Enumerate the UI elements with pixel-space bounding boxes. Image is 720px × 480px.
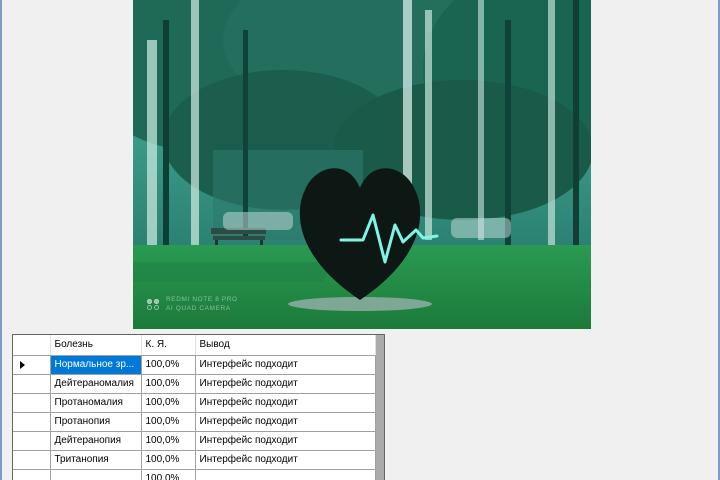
cell-coefficient[interactable]: 100,0%	[141, 412, 196, 432]
results-table: Болезнь К. Я. Вывод Нормальное зр... 100…	[13, 335, 376, 480]
table-row[interactable]: Нормальное зр... 100,0% Интерфейс подход…	[13, 355, 376, 375]
row-header[interactable]	[13, 469, 51, 480]
column-header-coefficient[interactable]: К. Я.	[141, 335, 196, 356]
cell-coefficient[interactable]: 100,0%	[141, 450, 196, 470]
cell-disease[interactable]: Дейтеранопия	[50, 431, 142, 451]
window-border-left	[0, 0, 2, 480]
table-row[interactable]: Протанопия 100,0% Интерфейс подходит	[13, 412, 376, 432]
results-grid[interactable]: Болезнь К. Я. Вывод Нормальное зр... 100…	[12, 334, 385, 480]
row-header[interactable]	[13, 450, 51, 470]
cell-conclusion[interactable]: Интерфейс подходит	[195, 355, 376, 375]
cell-conclusion[interactable]: Интерфейс подходит	[195, 393, 376, 413]
row-header[interactable]	[13, 374, 51, 394]
table-row[interactable]: 100,0%	[13, 469, 376, 480]
row-header[interactable]	[13, 412, 51, 432]
cell-disease[interactable]: Протанопия	[50, 412, 142, 432]
camera-logo-icon	[147, 298, 160, 310]
camera-watermark: REDMI NOTE 8 PRO AI QUAD CAMERA	[147, 295, 238, 313]
watermark-line-2: AI QUAD CAMERA	[166, 305, 231, 312]
cell-disease[interactable]	[50, 469, 142, 480]
cell-coefficient[interactable]: 100,0%	[141, 374, 196, 394]
row-header[interactable]	[13, 393, 51, 413]
column-header-conclusion[interactable]: Вывод	[195, 335, 376, 356]
grid-header-row: Болезнь К. Я. Вывод	[13, 335, 376, 356]
cell-disease[interactable]: Тританопия	[50, 450, 142, 470]
cell-coefficient[interactable]: 100,0%	[141, 355, 196, 375]
table-row[interactable]: Дейтераномалия 100,0% Интерфейс подходит	[13, 374, 376, 394]
column-header-disease[interactable]: Болезнь	[50, 335, 142, 356]
row-header[interactable]	[13, 355, 51, 375]
cell-conclusion[interactable]: Интерфейс подходит	[195, 450, 376, 470]
row-pointer-icon	[20, 360, 25, 369]
cell-coefficient[interactable]: 100,0%	[141, 431, 196, 451]
simulated-photo: REDMI NOTE 8 PRO AI QUAD CAMERA	[133, 0, 591, 329]
grid-corner-header[interactable]	[13, 335, 51, 356]
cell-disease[interactable]: Дейтераномалия	[50, 374, 142, 394]
table-row[interactable]: Протаномалия 100,0% Интерфейс подходит	[13, 393, 376, 413]
watermark-line-1: REDMI NOTE 8 PRO	[166, 296, 238, 303]
table-row[interactable]: Дейтеранопия 100,0% Интерфейс подходит	[13, 431, 376, 451]
cell-coefficient[interactable]: 100,0%	[141, 393, 196, 413]
cell-conclusion[interactable]: Интерфейс подходит	[195, 374, 376, 394]
cell-disease[interactable]: Протаномалия	[50, 393, 142, 413]
table-row[interactable]: Тританопия 100,0% Интерфейс подходит	[13, 450, 376, 470]
cell-conclusion[interactable]: Интерфейс подходит	[195, 412, 376, 432]
cell-conclusion[interactable]	[195, 469, 376, 480]
cell-disease[interactable]: Нормальное зр...	[50, 355, 142, 375]
cell-coefficient[interactable]: 100,0%	[141, 469, 196, 480]
row-header[interactable]	[13, 431, 51, 451]
cell-conclusion[interactable]: Интерфейс подходит	[195, 431, 376, 451]
